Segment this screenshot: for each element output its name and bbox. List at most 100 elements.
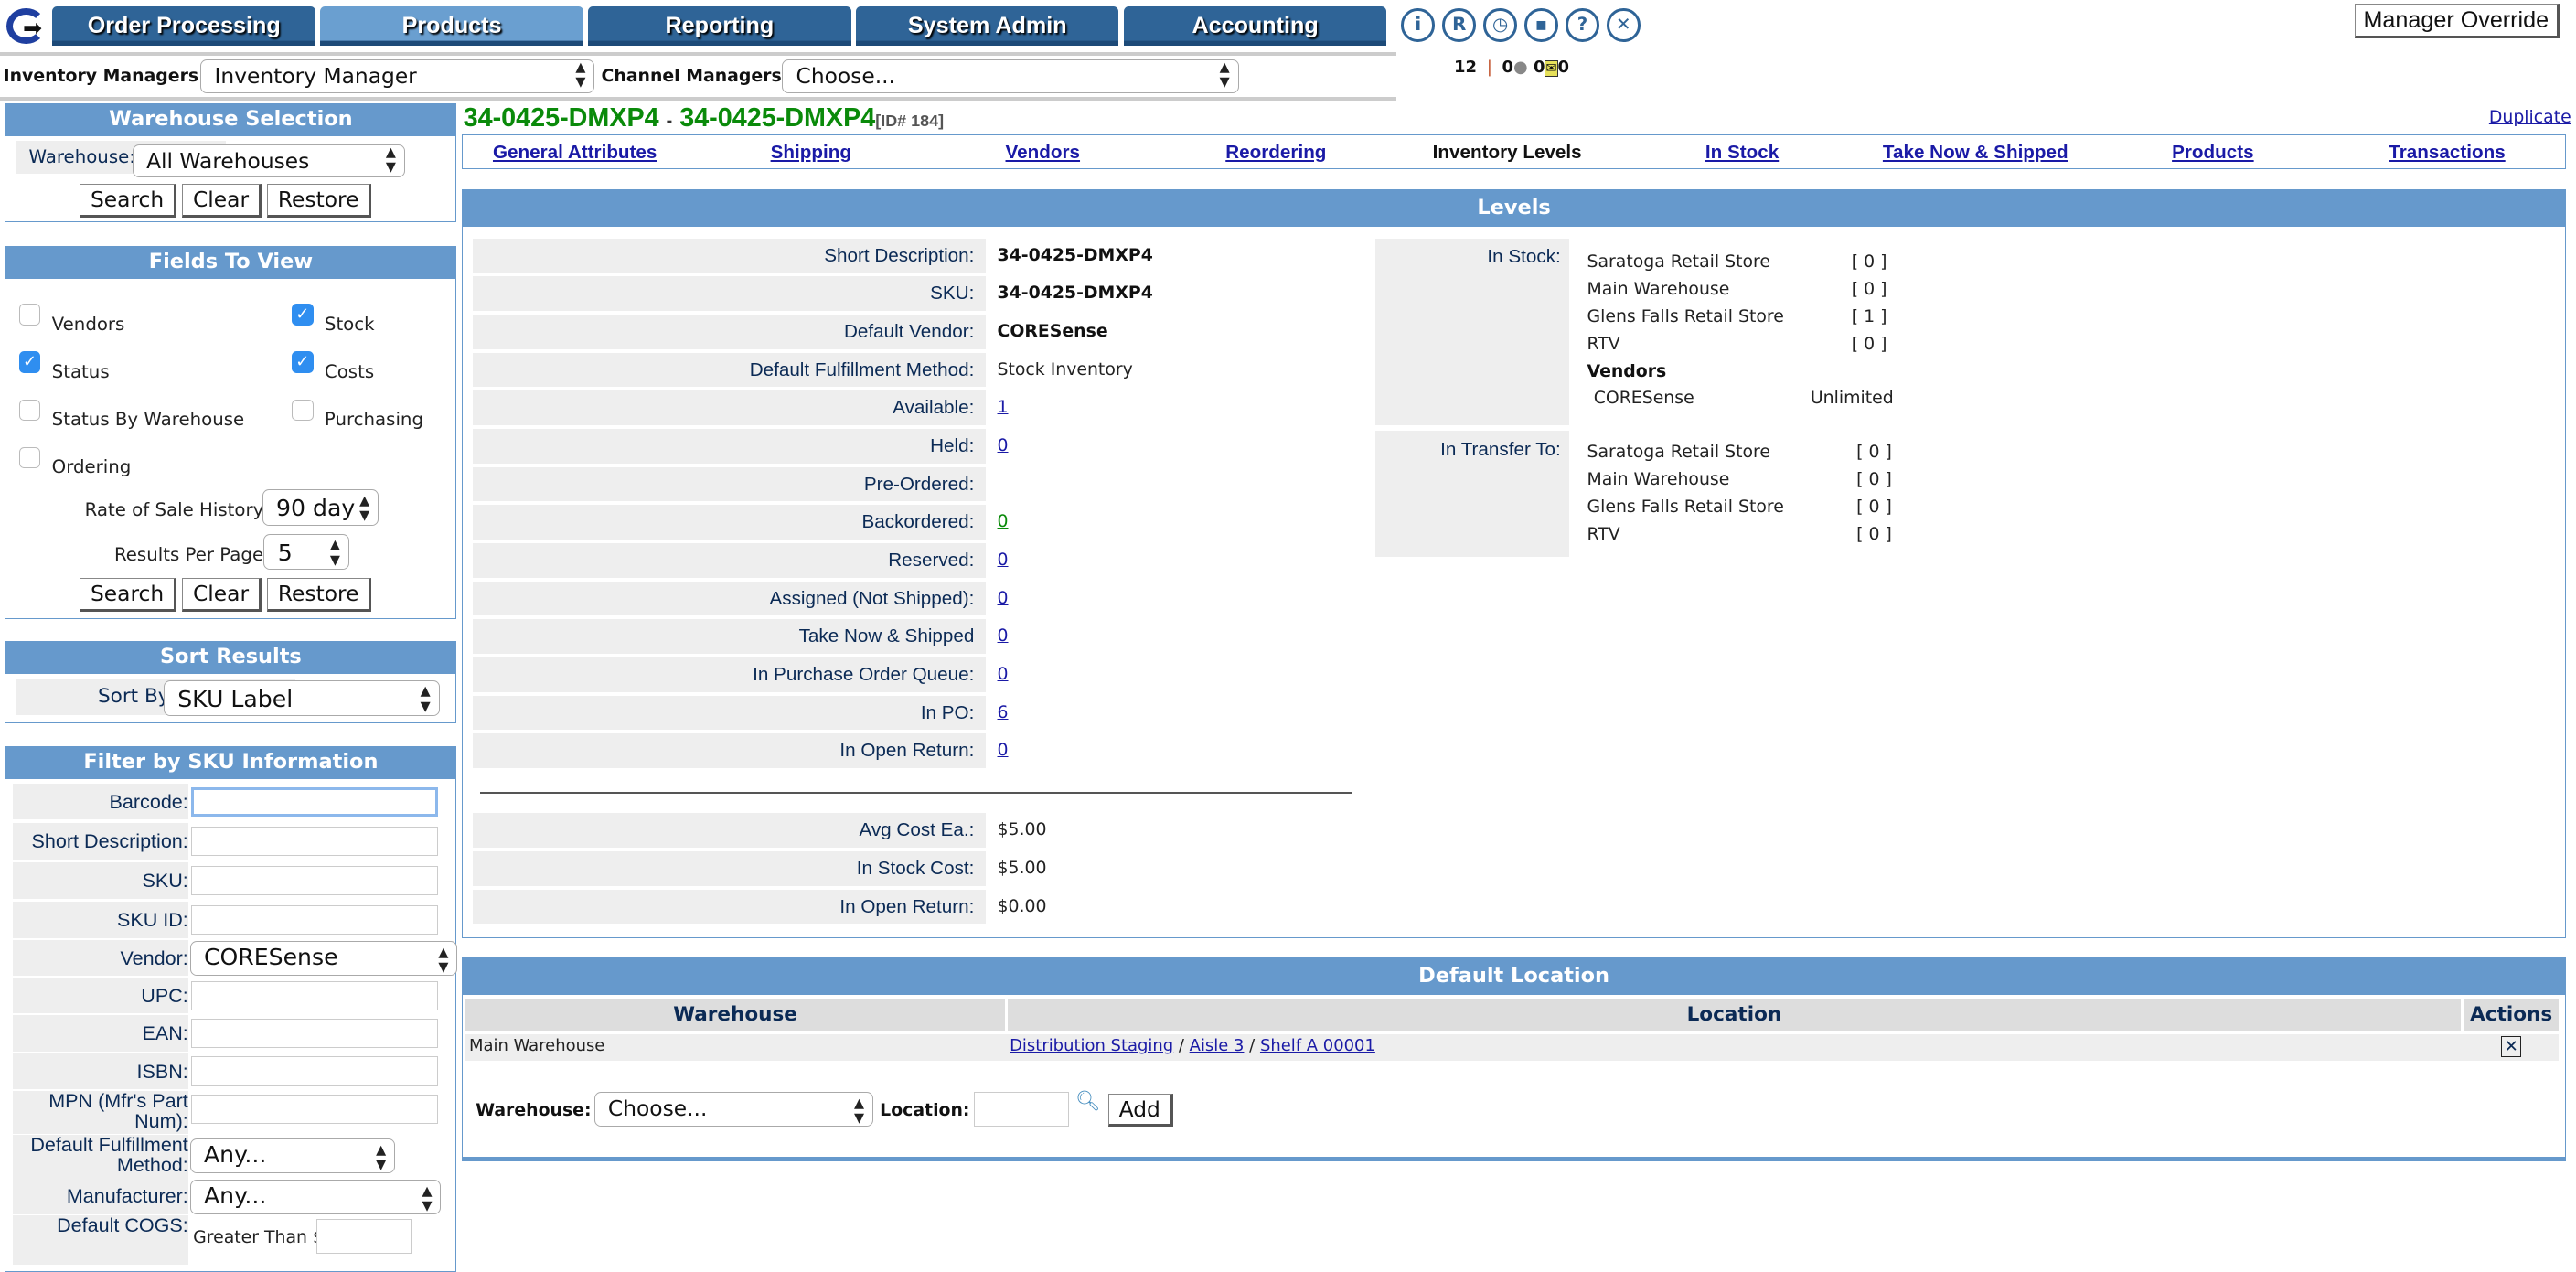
level-value-link[interactable]: 1 (998, 397, 1009, 417)
subtab-transactions[interactable]: Transactions (2389, 142, 2505, 164)
close-icon[interactable]: ✕ (1607, 7, 1641, 42)
sort-results-panel: Sort Results Sort By: SKU Label ▲ ▼ (5, 640, 457, 723)
level-label: SKU: (473, 276, 986, 311)
channel-managers-select[interactable]: Choose... ▲ ▼ (782, 59, 1239, 94)
app-logo[interactable]: ➡ (6, 7, 47, 45)
subtab-reordering[interactable]: Reordering (1225, 142, 1326, 164)
restore-button[interactable]: Restore (267, 578, 372, 612)
level-value-link[interactable]: 0 (998, 435, 1009, 455)
isbn-label: ISBN: (12, 1053, 188, 1090)
purchasing-checkbox[interactable] (291, 399, 314, 422)
chevron-updown-icon: ▲ ▼ (438, 946, 449, 976)
upc-input[interactable] (191, 980, 438, 1010)
panel-title: Filter by SKU Information (5, 745, 456, 779)
level-value-link[interactable]: 0 (998, 664, 1009, 684)
subtab-shipping[interactable]: Shipping (771, 142, 851, 164)
location-link-zone[interactable]: Distribution Staging (1010, 1036, 1173, 1055)
rate-of-sale-select[interactable]: 90 day ▲ ▼ (262, 489, 379, 526)
location-input[interactable] (973, 1091, 1069, 1127)
short-description-input[interactable] (191, 826, 438, 856)
table-row (465, 1034, 2560, 1061)
tab-products[interactable]: Products (320, 6, 583, 47)
status-checkbox[interactable]: ✓ (18, 351, 41, 373)
warehouse-select[interactable]: All Warehouses ▲ ▼ (132, 144, 405, 177)
level-value: 34-0425-DMXP4 (997, 283, 1153, 304)
manager-override-button[interactable]: Manager Override (2354, 3, 2560, 38)
manufacturer-select[interactable]: Any... ▲ ▼ (189, 1179, 442, 1214)
vendors-checkbox[interactable] (18, 304, 41, 326)
level-value-link[interactable]: 0 (998, 588, 1009, 608)
info-icon[interactable]: i (1401, 7, 1436, 42)
barcode-input[interactable] (191, 786, 438, 817)
level-value-link[interactable]: 6 (998, 702, 1009, 722)
fulfillment-select[interactable]: Any... ▲ ▼ (189, 1138, 396, 1173)
stock-checkbox[interactable]: ✓ (291, 304, 314, 326)
level-value-link[interactable]: 0 (998, 625, 1009, 646)
level-value-link[interactable]: 0 (998, 511, 1009, 531)
in-transfer-label: In Transfer To: (1374, 430, 1569, 558)
panel-title: Levels (462, 188, 2566, 227)
clear-button[interactable]: Clear (182, 184, 262, 218)
level-row: Take Now & Shipped 0 (473, 619, 1360, 655)
clear-button[interactable]: Clear (182, 578, 262, 612)
vendor-select[interactable]: CORESense ▲ ▼ (189, 941, 458, 977)
select-value: SKU Label (177, 685, 294, 712)
upc-label: UPC: (12, 977, 188, 1014)
search-button[interactable]: Search (80, 578, 176, 612)
notification-counters[interactable]: 12 ❘ 0● 0✉0 (1454, 58, 1569, 77)
subtab-vendors[interactable]: Vendors (1006, 142, 1081, 164)
cogs-input[interactable] (315, 1219, 412, 1254)
select-value: Inventory Manager (214, 62, 417, 89)
save-icon[interactable]: ▪ (1524, 7, 1558, 42)
level-value: Stock Inventory (997, 358, 1133, 379)
ordering-checkbox[interactable] (18, 446, 41, 469)
row-warehouse: Main Warehouse (469, 1035, 605, 1055)
in-stock-qty: [ 0 ] (1851, 278, 1887, 299)
button-row: Search Clear Restore (80, 184, 372, 218)
sku-input[interactable] (191, 865, 438, 896)
form-warehouse-select[interactable]: Choose... ▲ ▼ (593, 1091, 873, 1127)
tab-accounting[interactable]: Accounting (1123, 6, 1387, 47)
subtab-general-attributes[interactable]: General Attributes (493, 142, 657, 164)
sort-by-select[interactable]: SKU Label ▲ ▼ (163, 679, 440, 717)
restore-button[interactable]: Restore (267, 184, 372, 218)
location-link-aisle[interactable]: Aisle 3 (1190, 1036, 1245, 1055)
subtab-products[interactable]: Products (2172, 142, 2254, 164)
registered-icon[interactable]: R (1442, 7, 1476, 42)
subtab-inventory-levels[interactable]: Inventory Levels (1433, 142, 1582, 164)
cost-value: $5.00 (997, 819, 1047, 840)
add-button[interactable]: Add (1107, 1093, 1173, 1128)
tab-reporting[interactable]: Reporting (588, 6, 851, 47)
column-header-warehouse: Warehouse (465, 999, 1005, 1031)
level-label: Available: (473, 390, 986, 425)
cost-label: In Open Return: (473, 889, 986, 925)
level-row: Assigned (Not Shipped): 0 (473, 581, 1360, 616)
level-value-link[interactable]: 0 (998, 550, 1009, 570)
results-per-page-select[interactable]: 5 ▲ ▼ (263, 533, 349, 571)
clock-icon[interactable]: ◷ (1483, 7, 1517, 42)
subtab-in-stock[interactable]: In Stock (1705, 142, 1779, 164)
sku-id-input[interactable] (191, 904, 438, 935)
chat-icon: ● (1513, 57, 1528, 77)
status-by-warehouse-checkbox[interactable] (18, 399, 41, 422)
tab-system-admin[interactable]: System Admin (856, 6, 1119, 47)
duplicate-link[interactable]: Duplicate (2489, 107, 2571, 127)
search-button[interactable]: Search (80, 184, 176, 218)
in-transfer-warehouse: Main Warehouse (1587, 469, 1730, 490)
level-value-link[interactable]: 0 (998, 740, 1009, 760)
search-icon[interactable]: 🔍︎ (1075, 1090, 1100, 1113)
costs-checkbox[interactable]: ✓ (291, 351, 314, 373)
isbn-input[interactable] (191, 1056, 438, 1086)
select-value: 5 (277, 539, 293, 566)
in-transfer-qty: [ 0 ] (1856, 524, 1892, 545)
inventory-managers-select[interactable]: Inventory Manager ▲ ▼ (200, 59, 595, 94)
cogs-row: Default COGS: Greater Than $ (12, 1215, 453, 1266)
subtab-take-now-shipped[interactable]: Take Now & Shipped (1883, 142, 2068, 164)
location-link-shelf[interactable]: Shelf A 00001 (1260, 1036, 1375, 1055)
chevron-updown-icon: ▲ ▼ (420, 684, 431, 714)
mpn-input[interactable] (191, 1094, 438, 1124)
ean-input[interactable] (191, 1018, 438, 1049)
tab-order-processing[interactable]: Order Processing (52, 6, 315, 47)
help-icon[interactable]: ? (1566, 7, 1599, 42)
delete-icon[interactable]: ✕ (2501, 1035, 2522, 1058)
